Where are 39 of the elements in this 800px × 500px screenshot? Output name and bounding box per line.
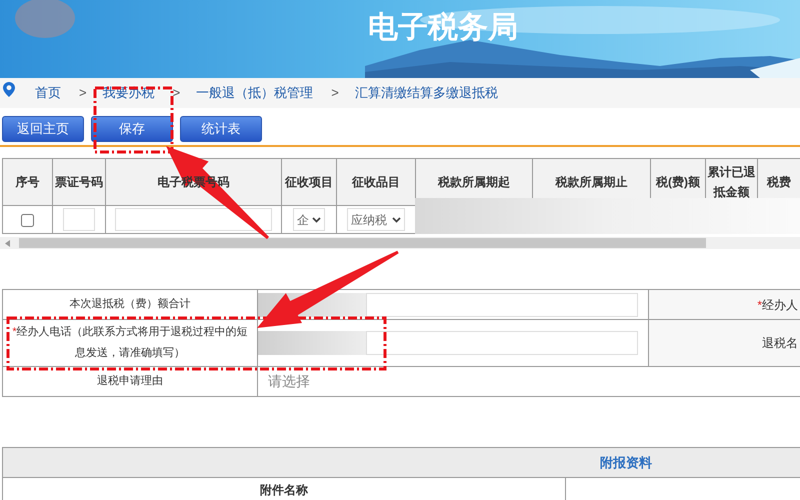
breadcrumb-separator: > <box>331 84 339 102</box>
breadcrumb-separator: > <box>79 84 87 102</box>
chevron-down-icon <box>312 216 321 222</box>
column-header: 附件名称 <box>260 482 308 499</box>
breadcrumb-separator: > <box>172 84 180 102</box>
field-label: 退税申请理由 <box>96 374 164 389</box>
column-header: 税款所属期起 <box>438 175 510 189</box>
toolbar-button[interactable]: 保存 <box>91 116 173 142</box>
field-label: *经办人电话（此联系方式将用于退税过程中的短息发送，请准确填写） <box>12 324 248 361</box>
column-header: 序号 <box>16 175 40 189</box>
site-title: 电子税务局 <box>368 11 518 44</box>
field-label: *经办人 <box>756 296 799 314</box>
input-field[interactable] <box>366 292 638 316</box>
breadcrumb-link[interactable]: 一般退（抵）税管理 <box>196 83 314 103</box>
dropdown[interactable]: 应纳税 <box>347 208 405 231</box>
scrollbar-thumb[interactable] <box>19 238 706 248</box>
breadcrumb-link[interactable]: 首页 <box>35 83 61 103</box>
column-header: 征收品目 <box>352 175 400 189</box>
field-label: 本次退抵税（费）额合计 <box>68 296 192 312</box>
input-field[interactable] <box>115 208 272 231</box>
field-label: 退税名 <box>761 335 799 352</box>
breadcrumb-link[interactable]: 汇算清缴结算多缴退抵税 <box>354 83 498 103</box>
location-pin-icon <box>3 82 15 96</box>
column-header: 票证号码 <box>55 175 103 189</box>
column-header: 税费 <box>767 175 791 189</box>
column-header: 税(费)额 <box>656 175 700 189</box>
toolbar-button[interactable]: 返回主页 <box>2 116 84 142</box>
scroll-left-icon[interactable] <box>5 240 10 246</box>
input-field[interactable] <box>366 331 638 355</box>
toolbar-button[interactable]: 统计表 <box>180 116 262 142</box>
dropdown[interactable]: 企 <box>293 208 325 231</box>
input-field[interactable] <box>63 208 95 231</box>
horizontal-scrollbar[interactable] <box>0 237 800 249</box>
column-header: 征收项目 <box>285 175 333 189</box>
chevron-down-icon <box>392 216 401 222</box>
column-header: 税款所属期止 <box>556 175 628 189</box>
column-header: 累计已退抵金额 <box>708 165 756 199</box>
row-checkbox[interactable] <box>21 214 34 227</box>
section-title: 附报资料 <box>600 454 652 472</box>
